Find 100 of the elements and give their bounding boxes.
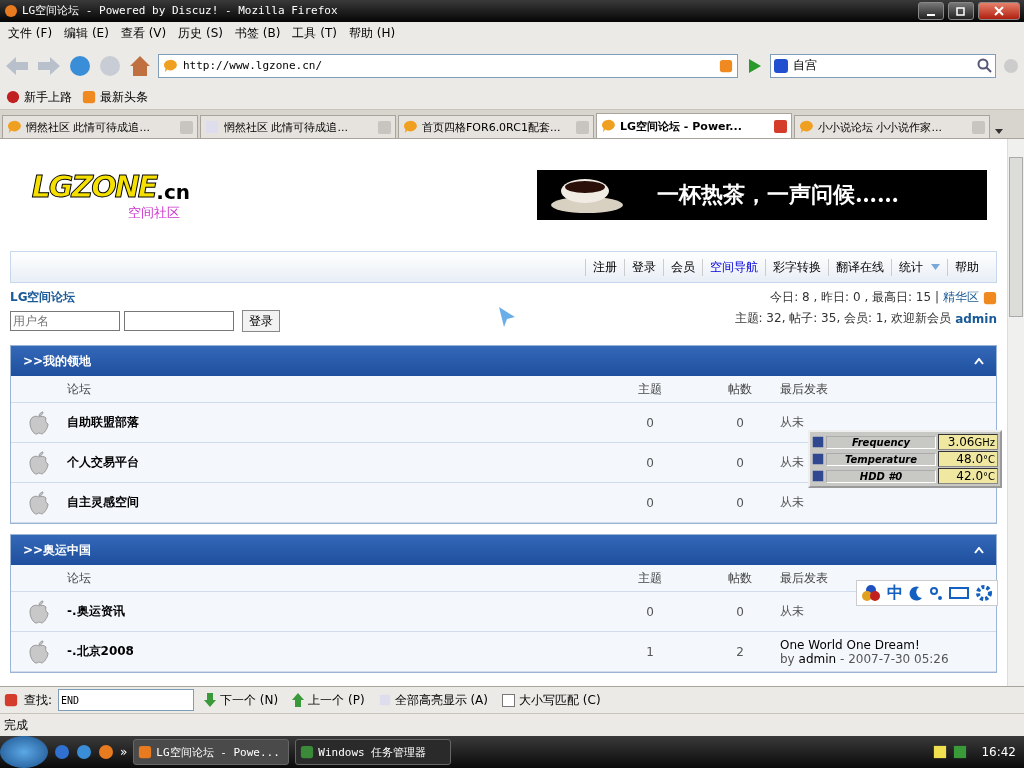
find-next-button[interactable]: 下一个 (N) — [200, 691, 283, 709]
banner: 一杯热茶，一声问候…… — [537, 170, 987, 221]
table-cell: 2 — [700, 632, 780, 673]
restore-button[interactable] — [948, 1, 974, 20]
find-label: 查找: — [24, 691, 53, 709]
sensor-label: HDD #0 — [826, 469, 936, 483]
keyboard-icon[interactable] — [949, 586, 969, 601]
scrollbar[interactable] — [1007, 139, 1024, 687]
forum-link[interactable]: -.北京2008 — [67, 632, 600, 673]
home-icon[interactable] — [128, 53, 152, 78]
address-bar[interactable]: http://www.lgzone.cn/ — [158, 53, 738, 78]
column-header: 主题 — [600, 376, 700, 404]
apple-icon — [28, 450, 50, 475]
moon-icon[interactable] — [909, 585, 923, 602]
section-title: >>奥运中国 — [23, 541, 92, 559]
column-header: 论坛 — [67, 565, 600, 593]
bookmark-link[interactable]: 新手上路 — [6, 88, 72, 106]
section-title: >>我的领地 — [23, 352, 92, 370]
speech-bubble-icon — [163, 58, 177, 73]
browser-tab[interactable]: 小小说论坛 小小说作家... — [794, 115, 990, 139]
table-cell: 0 — [700, 483, 780, 524]
nav-link[interactable]: 彩字转换 — [765, 258, 828, 276]
nav-link[interactable]: 帮助 — [947, 258, 986, 276]
nav-link[interactable]: 空间导航 — [702, 258, 765, 276]
speech-bubble-icon — [403, 120, 417, 135]
forum-link[interactable]: -.奥运资讯 — [67, 592, 600, 633]
close-button[interactable] — [978, 1, 1020, 20]
table-cell: 0 — [600, 592, 700, 633]
table-cell: 0 — [600, 443, 700, 484]
search-field[interactable]: 自宫 — [770, 53, 996, 78]
menu-item[interactable]: 书签 (B) — [233, 25, 291, 43]
sensor-label: Temperature — [826, 452, 936, 466]
forum-link[interactable]: 个人交易平台 — [67, 443, 600, 484]
menu-item[interactable]: 帮助 (H) — [347, 25, 406, 43]
up-arrow-icon — [292, 693, 305, 708]
member-link[interactable]: admin — [955, 311, 997, 326]
collapse-icon[interactable] — [974, 357, 984, 365]
menu-item[interactable]: 查看 (V) — [118, 25, 177, 43]
window-title: LG空间论坛 - Powered by Discuz! - Mozilla Firefox — [22, 3, 339, 19]
forum-link[interactable]: 自主灵感空间 — [67, 483, 600, 524]
apple-icon — [28, 410, 50, 435]
checkbox[interactable] — [502, 693, 515, 707]
table-cell: 0 — [700, 403, 780, 444]
bookmark-link[interactable]: 最新头条 — [82, 88, 148, 106]
apple-icon — [28, 639, 50, 664]
status-text: 完成 — [4, 716, 28, 734]
nav-link[interactable]: 会员 — [663, 258, 702, 276]
taskbar-button[interactable]: Windows 任务管理器 — [295, 739, 452, 765]
menu-item[interactable]: 工具 (T) — [290, 25, 347, 43]
taskbar-button[interactable]: LG空间论坛 - Powe... — [133, 739, 290, 765]
table-cell: 0 — [700, 592, 780, 633]
site-logo: LGZONE.cn 空间社区 — [30, 168, 190, 222]
menu-item[interactable]: 编辑 (E) — [62, 25, 119, 43]
menu-item[interactable]: 历史 (S) — [176, 25, 234, 43]
digest-link[interactable]: 精华区 — [943, 289, 979, 307]
minimize-button[interactable] — [918, 1, 944, 20]
settings-icon[interactable] — [975, 584, 993, 603]
forum-link[interactable]: 自助联盟部落 — [67, 403, 600, 444]
clock: 16:42 — [981, 745, 1016, 759]
balls-icon[interactable] — [861, 584, 881, 603]
search-icon[interactable] — [977, 57, 993, 74]
table-cell: 0 — [600, 483, 700, 524]
browser-tab[interactable]: 惘然社区 此情可待成追... — [200, 115, 396, 139]
table-cell: 0 — [600, 403, 700, 444]
find-field[interactable]: END — [58, 689, 195, 712]
table-cell: 0 — [700, 443, 780, 484]
punctuation-icon[interactable] — [929, 585, 943, 602]
menu-item[interactable]: 文件 (F) — [6, 25, 63, 43]
speech-bubble-icon — [799, 120, 813, 135]
minimize-icon — [927, 13, 935, 16]
apple-icon — [28, 599, 50, 624]
sensor-value: 42.0°C — [938, 468, 998, 485]
restore-icon — [956, 5, 966, 16]
stats-text: 今日: 8 , 昨日: 0 , 最高日: 15 | — [770, 289, 939, 307]
browser-tab[interactable]: 首页四格FOR6.0RC1配套... — [398, 115, 594, 139]
table-cell: 1 — [600, 632, 700, 673]
highlight-all-button[interactable]: 全部高亮显示 (A) — [374, 691, 492, 709]
collapse-icon[interactable] — [974, 546, 984, 554]
start-button[interactable] — [0, 736, 48, 768]
nav-link[interactable]: 登录 — [624, 258, 663, 276]
speech-bubble-icon — [601, 119, 615, 134]
username-field[interactable]: 用户名 — [10, 311, 120, 332]
password-field[interactable] — [124, 311, 234, 332]
find-previous-button[interactable]: 上一个 (P) — [288, 691, 369, 709]
nav-link[interactable]: 统计 — [891, 258, 947, 276]
column-header: 最后发表 — [780, 376, 996, 404]
column-header: 论坛 — [67, 376, 600, 404]
stats-text: 主题: 32, 帖子: 35, 会员: 1, 欢迎新会员 — [734, 310, 952, 328]
more-icon[interactable]: » — [120, 745, 128, 759]
apple-icon — [28, 490, 50, 515]
column-header: 帖数 — [700, 565, 780, 593]
column-header: 主题 — [600, 565, 700, 593]
last-post-cell: One World One Dream! by admin - 2007-7-30 05:26 — [780, 632, 996, 673]
login-button[interactable]: 登录 — [242, 310, 280, 333]
browser-tab[interactable]: 惘然社区 此情可待成追... — [2, 115, 198, 139]
browser-tab[interactable]: LG空间论坛 - Power... — [596, 113, 792, 139]
nav-link[interactable]: 注册 — [585, 258, 624, 276]
forum-name: LG空间论坛 — [10, 289, 76, 307]
match-case-checkbox[interactable]: 大小写匹配 (C) — [498, 691, 605, 709]
nav-link[interactable]: 翻译在线 — [828, 258, 891, 276]
